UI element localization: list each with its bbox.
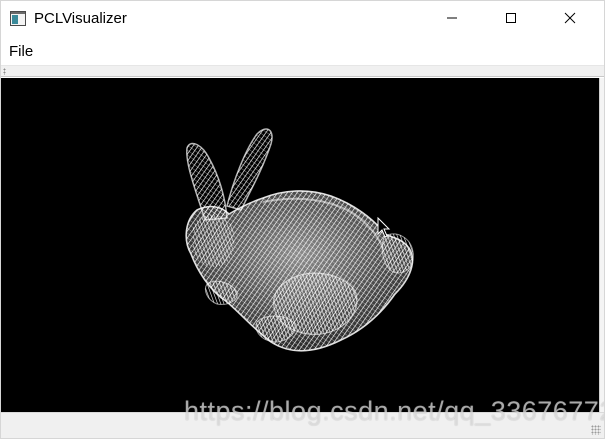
menu-bar: File <box>1 37 604 65</box>
status-bar <box>1 412 604 438</box>
bunny-point-cloud <box>185 128 414 352</box>
arrow-cursor-icon <box>377 217 391 238</box>
minimize-button[interactable] <box>429 1 475 35</box>
resize-grip-icon[interactable] <box>591 425 601 435</box>
toolbar-area <box>1 65 604 77</box>
close-icon <box>564 12 576 24</box>
menu-item-file[interactable]: File <box>8 43 34 61</box>
maximize-icon <box>506 13 516 23</box>
render-viewport[interactable] <box>1 78 599 412</box>
point-cloud-canvas <box>185 128 414 352</box>
close-button[interactable] <box>547 1 593 35</box>
window-title: PCLVisualizer <box>34 10 127 27</box>
viewport-right-edge <box>599 78 604 412</box>
toolbar-grip-handle[interactable] <box>3 68 6 75</box>
app-icon <box>10 11 26 26</box>
minimize-icon <box>447 17 457 19</box>
maximize-button[interactable] <box>488 1 534 35</box>
title-bar[interactable]: PCLVisualizer <box>1 1 604 37</box>
pcl-visualizer-window: PCLVisualizer File https://blog.csdn.net… <box>0 0 605 439</box>
